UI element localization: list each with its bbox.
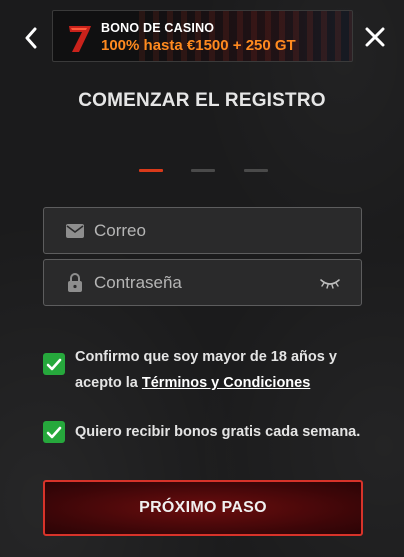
step-1-active: [139, 169, 163, 172]
back-button[interactable]: [20, 25, 42, 51]
email-input[interactable]: [94, 220, 361, 241]
age-consent-line2: acepto la: [75, 375, 138, 391]
age-consent-label: Confirmo que soy mayor de 18 años y acep…: [75, 344, 337, 396]
bonus-consent-label: Quiero recibir bonos gratis cada semana.: [75, 424, 361, 440]
age-consent-line1: Confirmo que soy mayor de 18 años y: [75, 349, 337, 365]
step-2: [191, 169, 215, 172]
checkmark-icon: [46, 426, 62, 438]
chevron-left-icon: [25, 27, 37, 49]
email-field[interactable]: [43, 207, 362, 254]
banner-offer: 100% hasta €1500 + 250 GT: [101, 37, 296, 54]
envelope-icon: [64, 220, 86, 242]
lock-icon: [64, 272, 86, 294]
banner-title: BONO DE CASINO: [101, 21, 215, 35]
casino-bonus-banner[interactable]: BONO DE CASINO 100% hasta €1500 + 250 GT: [52, 10, 353, 62]
age-consent-checkbox[interactable]: [43, 353, 65, 375]
close-icon: [365, 27, 385, 47]
terms-link[interactable]: Términos y Condiciones: [142, 375, 310, 391]
next-step-button[interactable]: PRÓXIMO PASO: [43, 480, 363, 536]
age-consent-row: Confirmo que soy mayor de 18 años y acep…: [43, 344, 337, 396]
password-input[interactable]: [94, 272, 317, 293]
page-title: COMENZAR EL REGISTRO: [78, 90, 326, 111]
close-button[interactable]: [362, 24, 388, 50]
bonus-consent-checkbox[interactable]: [43, 421, 65, 443]
password-field[interactable]: [43, 259, 362, 306]
step-indicator: [0, 169, 404, 173]
brand-seven-logo-icon: [69, 26, 91, 52]
checkmark-icon: [46, 358, 62, 370]
step-3: [244, 169, 268, 172]
eye-closed-icon[interactable]: [317, 274, 343, 292]
bonus-consent-row: Quiero recibir bonos gratis cada semana.: [43, 421, 360, 443]
